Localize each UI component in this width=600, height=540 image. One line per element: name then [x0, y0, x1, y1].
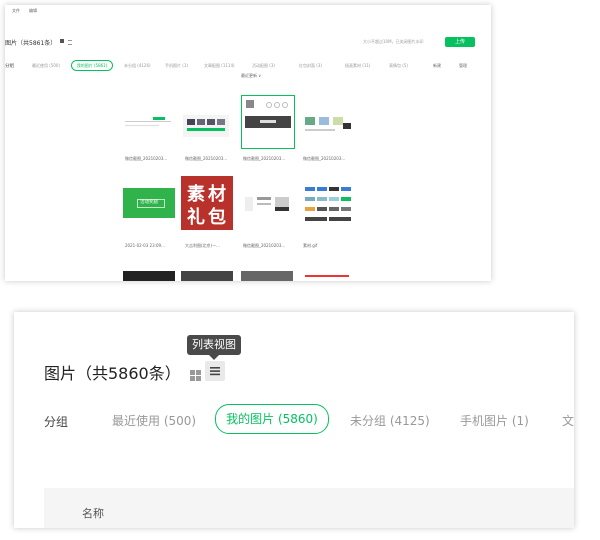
menu-file[interactable]: 文件 — [12, 8, 20, 14]
image-name: 大吉利图(北京)—... — [185, 243, 220, 248]
thumb-green-text: 活动奖励 — [140, 200, 158, 205]
image-name: 微信截图_20210203... — [185, 156, 228, 161]
tab-my-images[interactable]: 我的图片 (5860) — [215, 404, 329, 434]
tab-ungrouped[interactable]: 未分组 (4126) — [124, 63, 151, 69]
image-thumb[interactable] — [301, 185, 353, 225]
list-view-icon — [210, 367, 220, 376]
image-thumb-material[interactable]: 素 材 礼 包 — [181, 176, 233, 230]
image-thumb[interactable] — [123, 107, 175, 147]
list-view-tooltip: 列表视图 — [187, 335, 241, 360]
column-name-header: 名称 — [82, 507, 104, 520]
image-name: 微信截图_20210203... — [303, 156, 346, 161]
tab-my-images[interactable]: 我的图片 (5861) — [71, 60, 113, 71]
image-thumb[interactable] — [241, 271, 293, 281]
image-thumb-green[interactable]: 活动奖励 — [123, 188, 175, 218]
tab-recent[interactable]: 最近使用 (500) — [32, 63, 60, 69]
tab-phone[interactable]: 手机图片 (1) — [460, 412, 529, 429]
manage-link[interactable]: 管理 — [459, 63, 467, 69]
upload-hint: 大小不超过10M，已关闭图片水印 — [363, 39, 424, 44]
list-view-icon[interactable] — [68, 40, 72, 45]
page-title-zoomed: 图片（共5860条） — [44, 364, 181, 383]
upload-button[interactable]: 上传 — [445, 37, 475, 47]
image-thumb-selected[interactable] — [241, 95, 295, 149]
image-name: 2021-02-03 23:09... — [125, 243, 165, 248]
tab-stickers[interactable]: 表情包 (5) — [389, 63, 408, 69]
top-screenshot-panel: 文件 编辑 图片（共5861条） 大小不超过10M，已关闭图片水印 上传 分组 … — [5, 5, 491, 281]
grid-view-icon[interactable] — [60, 39, 64, 43]
image-thumb[interactable] — [181, 105, 233, 145]
group-label: 分组 — [5, 64, 14, 69]
image-thumb[interactable] — [123, 271, 175, 281]
image-name: 微信截图_20210203... — [125, 156, 168, 161]
image-name: 素材.gif — [303, 243, 318, 248]
tab-article[interactable]: 文章配图 (1114) — [204, 63, 235, 69]
group-label: 分组 — [44, 415, 69, 429]
image-name: 微信截图_20210203... — [243, 243, 286, 248]
tab-ungrouped[interactable]: 未分组 (4125) — [350, 412, 430, 429]
image-thumb[interactable] — [241, 189, 293, 229]
table-header: 名称 — [44, 488, 574, 528]
tab-activity[interactable]: 活动配图 (3) — [252, 63, 275, 69]
image-name: 微信截图_20210203... — [243, 156, 286, 161]
tab-recent[interactable]: 最近使用 (500) — [112, 412, 196, 429]
page-title: 图片（共5861条） — [5, 40, 57, 47]
new-group-link[interactable]: 新建 — [433, 63, 441, 69]
image-thumb[interactable] — [301, 105, 353, 145]
list-view-button[interactable] — [205, 361, 225, 381]
sort-dropdown[interactable]: 最近更新 ∨ — [241, 73, 261, 79]
tab-illustration[interactable]: 插画素材 (11) — [345, 63, 370, 69]
image-thumb[interactable] — [181, 271, 233, 281]
material-char: 礼 — [187, 207, 205, 228]
tab-article-partial[interactable]: 文 — [562, 412, 574, 429]
grid-view-icon[interactable] — [190, 366, 201, 381]
menu-edit[interactable]: 编辑 — [29, 8, 37, 14]
tab-redpacket[interactable]: 红包封面 (3) — [299, 63, 322, 69]
image-thumb[interactable] — [301, 267, 353, 281]
material-char: 包 — [208, 207, 226, 228]
bottom-zoomed-panel: 列表视图 图片（共5860条） 分组 最近使用 (500) 我的图片 (5860… — [14, 312, 574, 528]
tab-phone[interactable]: 手机图片 (1) — [165, 63, 188, 69]
